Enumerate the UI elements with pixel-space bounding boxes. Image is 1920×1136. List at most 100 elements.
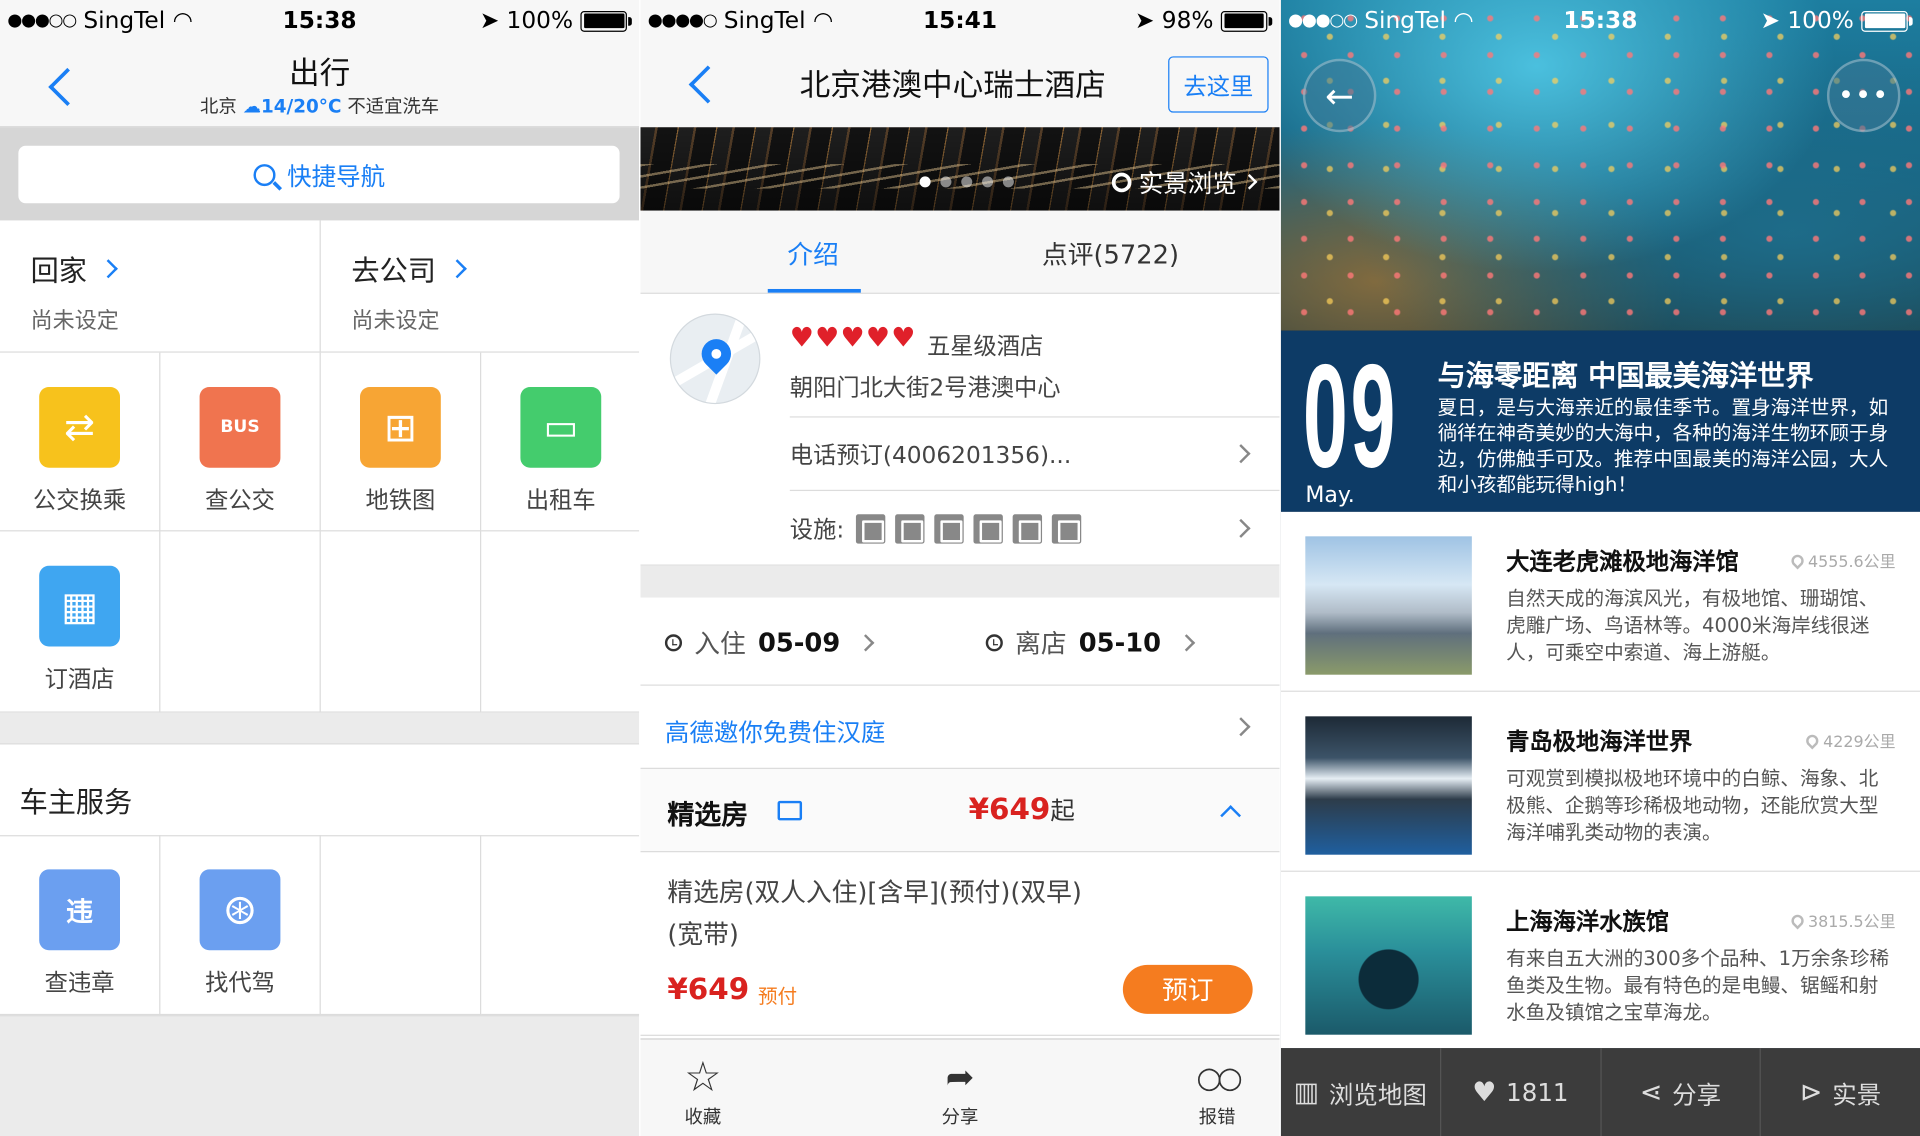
favorite-button[interactable]: ☆ 收藏 xyxy=(648,1052,758,1129)
quick-home-status: 尚未设定 xyxy=(30,308,119,335)
aquarium-name: 大连老虎滩极地海洋馆 xyxy=(1506,548,1739,576)
battery-icon xyxy=(1861,10,1913,32)
go-here-button[interactable]: 去这里 xyxy=(1168,56,1269,113)
detail-tabs: 介绍 点评(5722) xyxy=(640,210,1280,294)
status-bar: ●●●○○ SingTel ◠ 15:38 ➤ 100% xyxy=(1281,0,1920,42)
room-type-header[interactable]: 精选房 ¥649起 xyxy=(640,768,1280,853)
prepay-tag: 预付 xyxy=(757,984,798,1008)
service-taxi[interactable]: ▭ 出租车 xyxy=(481,353,640,532)
share-label: 分享 xyxy=(1672,1079,1722,1109)
more-button[interactable]: ••• xyxy=(1826,58,1901,133)
empty-cell xyxy=(320,531,482,713)
app-stage: ●●●○○ SingTel ◠ 15:38 ➤ 100% 出行 北京 ☁14/20°… xyxy=(0,0,1920,1136)
photo-icon[interactable] xyxy=(777,800,803,821)
checkout-label: 离店 xyxy=(1015,629,1067,659)
like-button[interactable]: ♥ 1811 xyxy=(1441,1048,1602,1136)
service-bus-transfer[interactable]: ⇄ 公交换乘 xyxy=(0,352,161,532)
service-hotel[interactable]: ▦ 订酒店 xyxy=(0,531,161,713)
quick-destinations: 回家 尚未设定 去公司 尚未设定 xyxy=(0,220,640,353)
book-button[interactable]: 预订 xyxy=(1122,964,1253,1014)
chevron-up-icon[interactable] xyxy=(1220,805,1242,826)
room-type-price-value: ¥649 xyxy=(968,792,1051,827)
facilities-row[interactable]: 设施: xyxy=(789,489,1280,566)
clock-icon xyxy=(664,634,683,652)
checkout-date[interactable]: 离店 05-10 xyxy=(985,624,1196,661)
chevron-right-icon xyxy=(98,258,118,278)
location-pin-icon xyxy=(1788,551,1806,569)
promo-link[interactable]: 高德邀你免费住汉庭 xyxy=(640,686,1280,769)
back-button[interactable] xyxy=(688,65,727,104)
chevron-right-icon xyxy=(1241,174,1258,190)
location-pin-icon xyxy=(1803,731,1821,749)
more-icon: ••• xyxy=(1838,80,1890,111)
violation-icon: 违 xyxy=(39,869,121,951)
quick-office-status: 尚未设定 xyxy=(351,308,440,335)
owner-services-title: 车主服务 xyxy=(19,787,133,820)
clock-icon xyxy=(985,634,1003,652)
heart-icon: ♥ xyxy=(1472,1076,1497,1108)
service-designated-driver[interactable]: ⊛ 找代驾 xyxy=(160,835,321,1016)
quick-office[interactable]: 去公司 尚未设定 xyxy=(319,220,640,353)
quick-nav-label: 快捷导航 xyxy=(287,161,386,192)
location-pin-icon xyxy=(695,333,738,375)
empty-cell xyxy=(160,531,321,713)
browse-map-button[interactable]: ▥ 浏览地图 xyxy=(1281,1048,1441,1136)
share-button[interactable]: ➦ 分享 xyxy=(905,1052,1015,1129)
share-icon: ➦ xyxy=(945,1056,975,1098)
price-suffix: 起 xyxy=(1050,795,1075,826)
checkin-date[interactable]: 入住 05-09 xyxy=(664,624,875,661)
phone-booking-row[interactable]: 电话预订(4006201356)... xyxy=(789,416,1280,489)
report-button[interactable]: ○○ 报错 xyxy=(1162,1052,1272,1129)
service-bus-search[interactable]: BUS 查公交 xyxy=(160,352,321,532)
chevron-right-icon xyxy=(447,258,467,278)
restaurant-icon xyxy=(934,513,965,544)
screen-separator xyxy=(639,0,641,1136)
rating-hearts: ♥♥♥♥♥ xyxy=(789,323,917,354)
bus-search-icon: BUS xyxy=(199,386,281,468)
checkin-value: 05-09 xyxy=(757,628,841,658)
report-label: 报错 xyxy=(1198,1105,1236,1128)
cloud-icon: ☁ xyxy=(242,95,261,118)
hotel-address: 朝阳门北大街2号港澳中心 xyxy=(789,374,1061,402)
location-arrow-icon: ➤ xyxy=(479,7,500,35)
list-item[interactable]: 上海海洋水族馆 3815.5公里 有来自五大洲的300多个品种、1万余条珍稀鱼类… xyxy=(1280,872,1920,1052)
back-button[interactable]: ← xyxy=(1302,58,1377,133)
battery-percent: 100% xyxy=(1787,7,1854,35)
bus-transfer-icon: ⇄ xyxy=(39,386,121,468)
chevron-right-icon xyxy=(857,634,875,652)
weather-advice: 不适宜洗车 xyxy=(347,95,440,118)
quick-office-label: 去公司 xyxy=(351,255,436,288)
search-icon xyxy=(252,163,275,186)
street-view-button[interactable]: ⊳ 实景 xyxy=(1761,1048,1920,1136)
hotel-photo-carousel[interactable]: 实景浏览 xyxy=(640,127,1280,211)
banner-title: 与海零距离 中国最美海洋世界 xyxy=(1437,361,1814,394)
share-icon: ⋖ xyxy=(1639,1076,1663,1108)
tab-intro[interactable]: 介绍 xyxy=(787,235,838,272)
section-divider xyxy=(0,712,640,745)
aquarium-name: 青岛极地海洋世界 xyxy=(1506,728,1693,756)
pool-icon xyxy=(973,513,1004,544)
arrow-left-icon: ← xyxy=(1325,75,1354,116)
list-item[interactable]: 大连老虎滩极地海洋馆 4555.6公里 自然天成的海滨风光，有极地馆、珊瑚馆、虎… xyxy=(1280,512,1920,692)
room-type-name: 精选房 xyxy=(667,800,749,832)
map-thumbnail[interactable] xyxy=(669,313,761,405)
empty-cell xyxy=(481,835,640,1016)
taxi-icon: ▭ xyxy=(520,386,602,468)
distance-value: 4229公里 xyxy=(1823,733,1896,752)
battery-icon xyxy=(580,10,632,32)
service-label: 订酒店 xyxy=(44,666,115,694)
share-button[interactable]: ⋖ 分享 xyxy=(1601,1048,1762,1136)
aquarium-photo xyxy=(1305,716,1472,855)
quick-home[interactable]: 回家 尚未设定 xyxy=(0,220,320,352)
street-view-link[interactable]: 实景浏览 xyxy=(1111,164,1258,200)
quick-nav-search[interactable]: 快捷导航 xyxy=(18,145,620,204)
room-type-price: ¥649起 xyxy=(968,791,1075,827)
page-title: 出行 xyxy=(288,55,351,91)
checkout-value: 05-10 xyxy=(1078,628,1162,658)
tab-reviews[interactable]: 点评(5722) xyxy=(1042,235,1179,272)
distance: 3815.5公里 xyxy=(1788,909,1896,932)
service-subway-map[interactable]: ⊞ 地铁图 xyxy=(320,352,482,532)
list-item[interactable]: 青岛极地海洋世界 4229公里 可观赏到模拟极地环境中的白鲸、海象、北极熊、企鹅… xyxy=(1280,692,1920,872)
bottom-fill xyxy=(0,1015,640,1136)
service-violation-check[interactable]: 违 查违章 xyxy=(0,835,161,1016)
